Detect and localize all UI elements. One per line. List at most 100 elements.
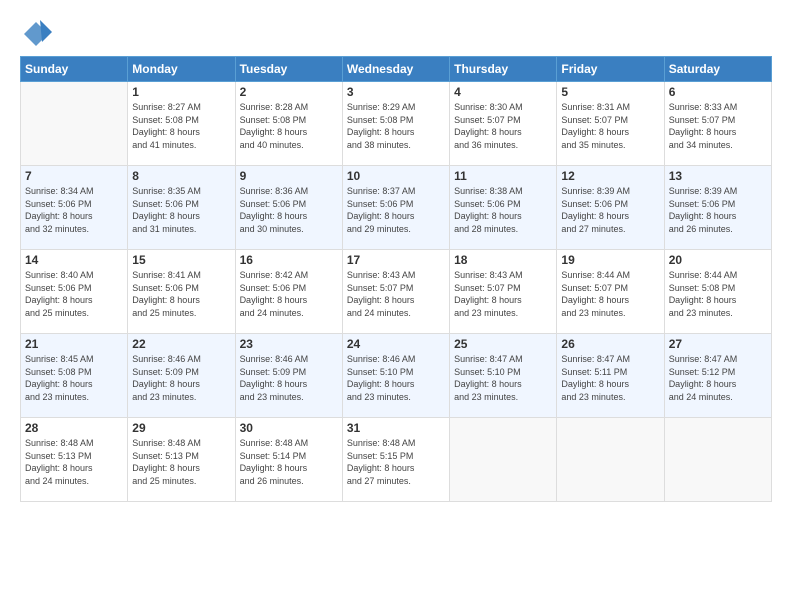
day-info: Sunrise: 8:46 AM Sunset: 5:09 PM Dayligh… [240,353,338,403]
day-info: Sunrise: 8:42 AM Sunset: 5:06 PM Dayligh… [240,269,338,319]
calendar-cell: 21 Sunrise: 8:45 AM Sunset: 5:08 PM Dayli… [21,334,128,418]
week-row-5: 28 Sunrise: 8:48 AM Sunset: 5:13 PM Dayli… [21,418,772,502]
day-info: Sunrise: 8:37 AM Sunset: 5:06 PM Dayligh… [347,185,445,235]
calendar-cell: 25 Sunrise: 8:47 AM Sunset: 5:10 PM Dayli… [450,334,557,418]
calendar-cell: 11 Sunrise: 8:38 AM Sunset: 5:06 PM Dayli… [450,166,557,250]
week-row-4: 21 Sunrise: 8:45 AM Sunset: 5:08 PM Dayli… [21,334,772,418]
day-number: 28 [25,421,123,435]
day-number: 18 [454,253,552,267]
header-row: SundayMondayTuesdayWednesdayThursdayFrid… [21,57,772,82]
calendar-cell: 6Sunrise: 8:33 AM Sunset: 5:07 PM Daylig… [664,82,771,166]
day-number: 11 [454,169,552,183]
week-row-1: 1Sunrise: 8:27 AM Sunset: 5:08 PM Daylig… [21,82,772,166]
day-info: Sunrise: 8:46 AM Sunset: 5:10 PM Dayligh… [347,353,445,403]
calendar-cell: 4 Sunrise: 8:30 AM Sunset: 5:07 PM Daylig… [450,82,557,166]
calendar-cell: 27 Sunrise: 8:47 AM Sunset: 5:12 PM Dayli… [664,334,771,418]
calendar-cell: 19 Sunrise: 8:44 AM Sunset: 5:07 PM Dayli… [557,250,664,334]
day-info: Sunrise: 8:47 AM Sunset: 5:11 PM Dayligh… [561,353,659,403]
day-number: 16 [240,253,338,267]
page: SundayMondayTuesdayWednesdayThursdayFrid… [0,0,792,612]
calendar-cell: 5 Sunrise: 8:31 AM Sunset: 5:07 PM Daylig… [557,82,664,166]
day-info: Sunrise: 8:43 AM Sunset: 5:07 PM Dayligh… [454,269,552,319]
calendar-cell [664,418,771,502]
calendar-cell: 14Sunrise: 8:40 AM Sunset: 5:06 PM Dayli… [21,250,128,334]
day-info: Sunrise: 8:29 AM Sunset: 5:08 PM Dayligh… [347,101,445,151]
week-row-3: 14Sunrise: 8:40 AM Sunset: 5:06 PM Dayli… [21,250,772,334]
calendar-cell: 9 Sunrise: 8:36 AM Sunset: 5:06 PM Daylig… [235,166,342,250]
col-header-tuesday: Tuesday [235,57,342,82]
day-number: 26 [561,337,659,351]
day-info: Sunrise: 8:35 AM Sunset: 5:06 PM Dayligh… [132,185,230,235]
week-row-2: 7 Sunrise: 8:34 AM Sunset: 5:06 PM Daylig… [21,166,772,250]
day-info: Sunrise: 8:30 AM Sunset: 5:07 PM Dayligh… [454,101,552,151]
day-number: 20 [669,253,767,267]
calendar-cell: 28 Sunrise: 8:48 AM Sunset: 5:13 PM Dayli… [21,418,128,502]
col-header-wednesday: Wednesday [342,57,449,82]
day-number: 4 [454,85,552,99]
calendar-cell: 26 Sunrise: 8:47 AM Sunset: 5:11 PM Dayli… [557,334,664,418]
day-info: Sunrise: 8:46 AM Sunset: 5:09 PM Dayligh… [132,353,230,403]
day-number: 31 [347,421,445,435]
day-number: 10 [347,169,445,183]
calendar-cell [21,82,128,166]
col-header-friday: Friday [557,57,664,82]
calendar-cell: 15 Sunrise: 8:41 AM Sunset: 5:06 PM Dayli… [128,250,235,334]
day-number: 3 [347,85,445,99]
day-info: Sunrise: 8:47 AM Sunset: 5:10 PM Dayligh… [454,353,552,403]
col-header-thursday: Thursday [450,57,557,82]
day-info: Sunrise: 8:34 AM Sunset: 5:06 PM Dayligh… [25,185,123,235]
day-info: Sunrise: 8:44 AM Sunset: 5:08 PM Dayligh… [669,269,767,319]
day-info: Sunrise: 8:45 AM Sunset: 5:08 PM Dayligh… [25,353,123,403]
col-header-saturday: Saturday [664,57,771,82]
day-number: 21 [25,337,123,351]
calendar-cell: 7 Sunrise: 8:34 AM Sunset: 5:06 PM Daylig… [21,166,128,250]
day-number: 9 [240,169,338,183]
header [20,18,772,46]
day-info: Sunrise: 8:39 AM Sunset: 5:06 PM Dayligh… [561,185,659,235]
calendar-cell: 22 Sunrise: 8:46 AM Sunset: 5:09 PM Dayli… [128,334,235,418]
day-info: Sunrise: 8:39 AM Sunset: 5:06 PM Dayligh… [669,185,767,235]
day-number: 24 [347,337,445,351]
day-info: Sunrise: 8:36 AM Sunset: 5:06 PM Dayligh… [240,185,338,235]
day-number: 15 [132,253,230,267]
day-info: Sunrise: 8:40 AM Sunset: 5:06 PM Dayligh… [25,269,123,319]
day-info: Sunrise: 8:44 AM Sunset: 5:07 PM Dayligh… [561,269,659,319]
calendar-cell: 2 Sunrise: 8:28 AM Sunset: 5:08 PM Daylig… [235,82,342,166]
day-number: 27 [669,337,767,351]
calendar-cell: 31 Sunrise: 8:48 AM Sunset: 5:15 PM Dayli… [342,418,449,502]
calendar-cell: 13Sunrise: 8:39 AM Sunset: 5:06 PM Dayli… [664,166,771,250]
day-info: Sunrise: 8:41 AM Sunset: 5:06 PM Dayligh… [132,269,230,319]
day-number: 19 [561,253,659,267]
calendar-cell: 20 Sunrise: 8:44 AM Sunset: 5:08 PM Dayli… [664,250,771,334]
calendar-cell: 24 Sunrise: 8:46 AM Sunset: 5:10 PM Dayli… [342,334,449,418]
day-info: Sunrise: 8:48 AM Sunset: 5:15 PM Dayligh… [347,437,445,487]
calendar: SundayMondayTuesdayWednesdayThursdayFrid… [20,56,772,502]
day-number: 2 [240,85,338,99]
day-number: 30 [240,421,338,435]
day-info: Sunrise: 8:43 AM Sunset: 5:07 PM Dayligh… [347,269,445,319]
day-info: Sunrise: 8:31 AM Sunset: 5:07 PM Dayligh… [561,101,659,151]
day-info: Sunrise: 8:48 AM Sunset: 5:13 PM Dayligh… [25,437,123,487]
calendar-cell: 29 Sunrise: 8:48 AM Sunset: 5:13 PM Dayli… [128,418,235,502]
day-number: 29 [132,421,230,435]
day-number: 23 [240,337,338,351]
day-number: 25 [454,337,552,351]
calendar-cell: 16 Sunrise: 8:42 AM Sunset: 5:06 PM Dayli… [235,250,342,334]
calendar-cell [557,418,664,502]
day-info: Sunrise: 8:48 AM Sunset: 5:13 PM Dayligh… [132,437,230,487]
calendar-cell: 1Sunrise: 8:27 AM Sunset: 5:08 PM Daylig… [128,82,235,166]
day-number: 17 [347,253,445,267]
day-number: 7 [25,169,123,183]
day-info: Sunrise: 8:48 AM Sunset: 5:14 PM Dayligh… [240,437,338,487]
day-number: 5 [561,85,659,99]
day-number: 8 [132,169,230,183]
day-info: Sunrise: 8:47 AM Sunset: 5:12 PM Dayligh… [669,353,767,403]
day-number: 22 [132,337,230,351]
calendar-cell: 23 Sunrise: 8:46 AM Sunset: 5:09 PM Dayli… [235,334,342,418]
day-info: Sunrise: 8:38 AM Sunset: 5:06 PM Dayligh… [454,185,552,235]
calendar-cell: 12Sunrise: 8:39 AM Sunset: 5:06 PM Dayli… [557,166,664,250]
calendar-cell: 18 Sunrise: 8:43 AM Sunset: 5:07 PM Dayli… [450,250,557,334]
day-number: 6 [669,85,767,99]
day-info: Sunrise: 8:28 AM Sunset: 5:08 PM Dayligh… [240,101,338,151]
day-number: 1 [132,85,230,99]
